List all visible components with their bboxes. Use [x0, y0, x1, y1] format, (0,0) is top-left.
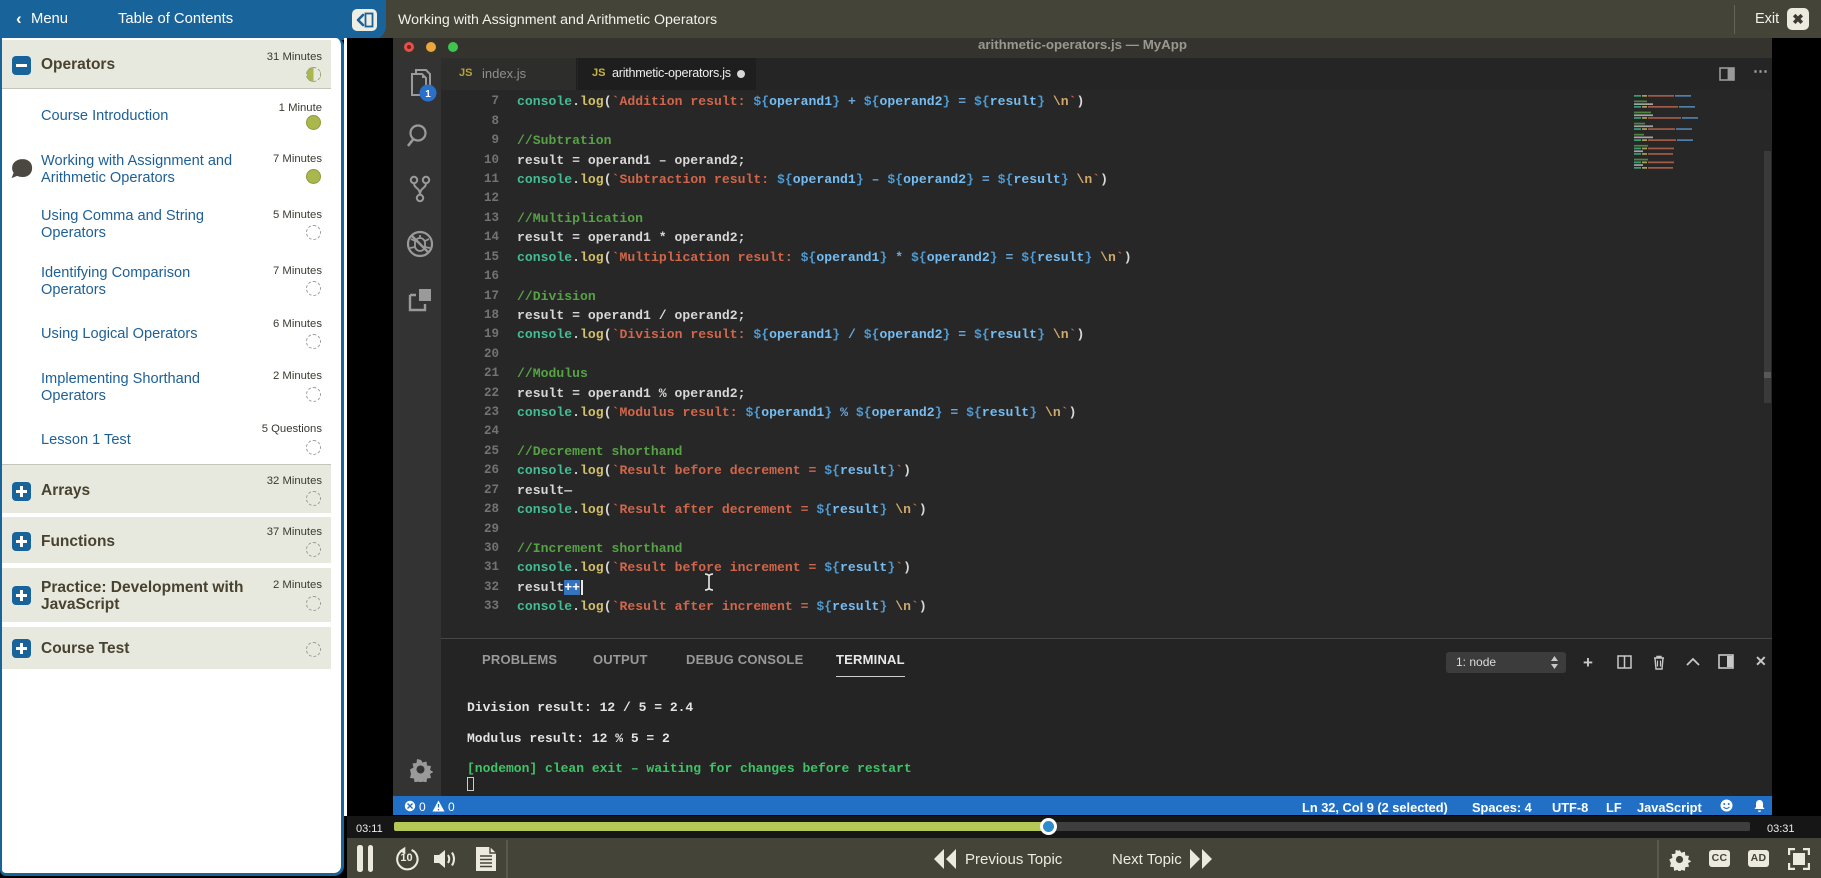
- svg-text:1: 1: [425, 89, 431, 100]
